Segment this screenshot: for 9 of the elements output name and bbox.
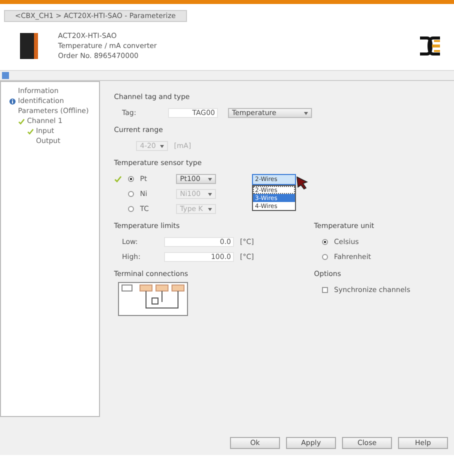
checkbox[interactable]: [322, 286, 328, 292]
terminal-diagram-drawing: [118, 282, 188, 316]
radio-button[interactable]: [128, 176, 134, 182]
logo-icon: [418, 34, 442, 58]
mouse-pointer-icon: [296, 176, 308, 190]
device-photo: [20, 33, 38, 59]
radio-button[interactable]: [322, 238, 328, 244]
radio-button[interactable]: [322, 254, 328, 260]
info-icon: [9, 98, 16, 104]
